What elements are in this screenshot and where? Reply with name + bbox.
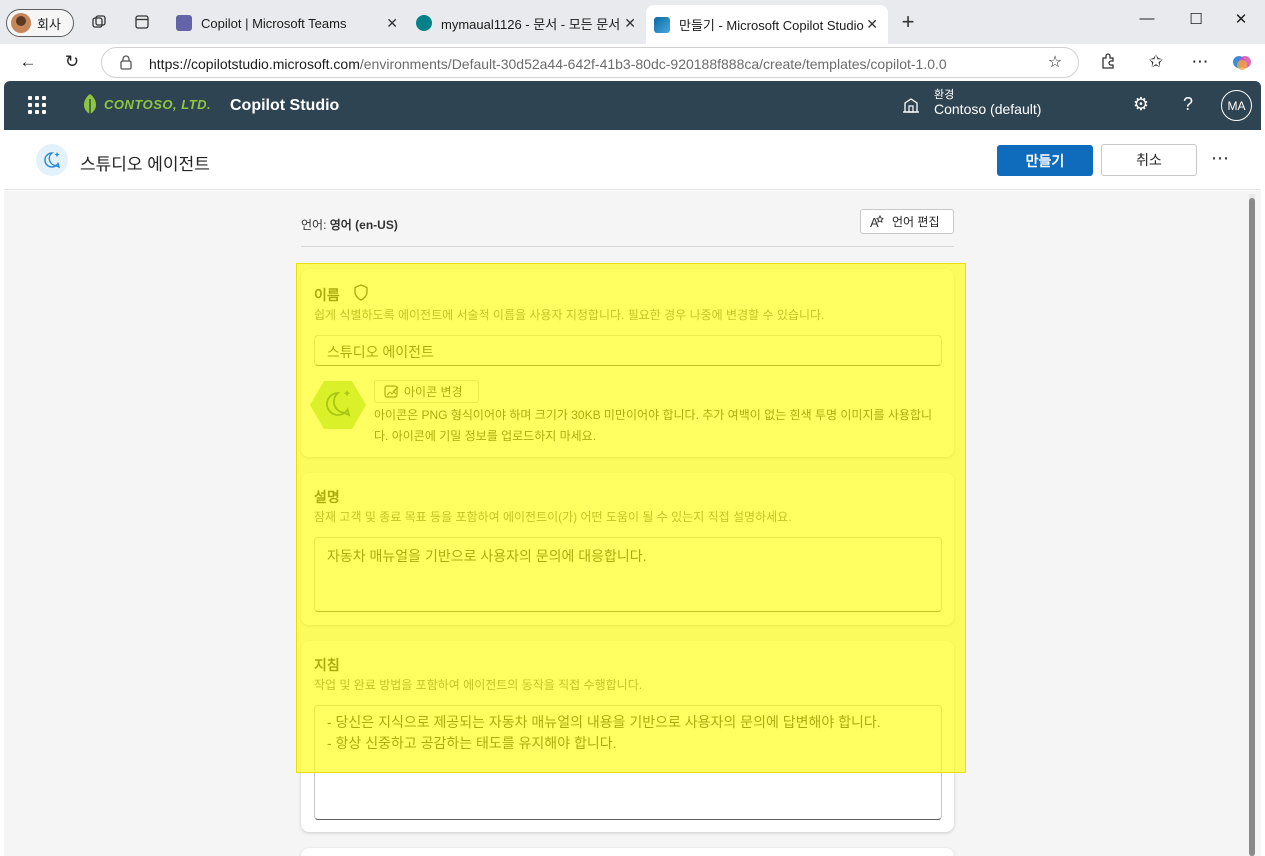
tab-teams[interactable]: Copilot | Microsoft Teams ✕ [168, 6, 408, 40]
product-name[interactable]: Copilot Studio [230, 97, 339, 115]
refresh-icon[interactable]: ↻ [62, 52, 82, 72]
more-options-icon[interactable]: ⋯ [1211, 148, 1229, 169]
copilot-icon[interactable] [1232, 52, 1252, 72]
profile-button[interactable]: 회사 [6, 9, 74, 37]
language-row: 언어: 영어 (en-US) A 언어 편집 [301, 209, 954, 247]
new-tab-icon[interactable]: + [898, 9, 918, 34]
instructions-card: 지침 작업 및 완료 방법을 포함하여 에이전트의 동작을 직접 수행합니다. … [301, 641, 954, 832]
address-bar-row: ← ↻ https://copilotstudio.microsoft.com/… [0, 44, 1265, 81]
environment-icon[interactable] [902, 96, 920, 114]
edit-language-button[interactable]: A 언어 편집 [860, 209, 954, 234]
description-textarea[interactable]: 자동차 매뉴얼을 기반으로 사용자의 문의에 대응합니다. [314, 537, 942, 612]
shield-icon [354, 284, 368, 301]
url-host: https://copilotstudio.microsoft.com [149, 56, 360, 72]
page-header: 스튜디오 에이전트 만들기 취소 ⋯ [4, 130, 1261, 190]
profile-avatar [11, 13, 31, 33]
minimize-icon[interactable]: — [1137, 10, 1157, 27]
lock-icon [120, 55, 132, 70]
close-icon[interactable]: ✕ [386, 15, 398, 32]
image-edit-icon [384, 384, 399, 398]
name-card: 이름 쉽게 식별하도록 에이전트에 서술적 이름을 사용자 지정합니다. 필요한… [301, 269, 954, 457]
icon-help-text: 아이콘은 PNG 형식이어야 하며 크기가 30KB 미만이어야 합니다. 추가… [374, 408, 933, 443]
description-help: 잠재 고객 및 종료 목표 등을 포함하여 에이전트이(가) 어떤 도움이 될 … [314, 510, 792, 524]
profile-label: 회사 [37, 16, 61, 32]
window-close-icon[interactable]: ✕ [1231, 10, 1251, 28]
scrollbar-thumb[interactable] [1249, 198, 1255, 856]
instructions-help: 작업 및 완료 방법을 포함하여 에이전트의 동작을 직접 수행합니다. [314, 678, 643, 692]
tab-copilot-studio[interactable]: 만들기 - Microsoft Copilot Studio ✕ [646, 5, 888, 44]
url-field[interactable]: https://copilotstudio.microsoft.com/envi… [101, 47, 1079, 78]
leaf-icon [84, 94, 96, 114]
language-label: 언어: [301, 218, 327, 232]
browser-tab-bar: 회사 Copilot | Microsoft Teams ✕ mymaual11… [0, 0, 1265, 44]
workspaces-icon[interactable] [89, 12, 109, 32]
change-icon-button[interactable]: 아이콘 변경 [374, 380, 479, 403]
tab-sharepoint[interactable]: mymaual1126 - 문서 - 모든 문서 ✕ [408, 6, 646, 40]
tab-actions-icon[interactable] [132, 12, 152, 32]
agent-icon [36, 144, 68, 176]
contoso-logo[interactable]: CONTOSO, LTD. [80, 93, 211, 115]
maximize-icon[interactable]: ☐ [1186, 10, 1206, 28]
app-launcher-icon[interactable] [28, 96, 46, 114]
environment-label: 환경 [934, 89, 955, 101]
teams-icon [176, 15, 192, 31]
close-icon[interactable]: ✕ [866, 16, 878, 33]
settings-gear-icon[interactable]: ⚙ [1130, 94, 1152, 116]
user-avatar[interactable]: MA [1221, 90, 1252, 121]
close-icon[interactable]: ✕ [624, 15, 636, 32]
language-value: 영어 (en-US) [329, 218, 398, 232]
instructions-line-2: - 항상 신중하고 공감하는 태도를 유지해야 합니다. [327, 735, 617, 751]
instructions-line-1: - 당신은 지식으로 제공되는 자동차 매뉴얼의 내용을 기반으로 사용자의 문… [327, 714, 881, 730]
description-card: 설명 잠재 고객 및 종료 목표 등을 포함하여 에이전트이(가) 어떤 도움이… [301, 473, 954, 625]
instructions-textarea[interactable]: - 당신은 지식으로 제공되는 자동차 매뉴얼의 내용을 기반으로 사용자의 문… [314, 705, 942, 820]
url-path: /environments/Default-30d52a44-642f-41b3… [359, 56, 947, 72]
back-icon[interactable]: ← [18, 52, 38, 72]
settings-more-icon[interactable]: ⋯ [1190, 52, 1210, 72]
cancel-button[interactable]: 취소 [1101, 144, 1197, 176]
favorite-star-icon[interactable]: ☆ [1045, 53, 1065, 73]
scrollbar[interactable] [1249, 194, 1255, 856]
description-title: 설명 [314, 489, 340, 505]
next-card [301, 848, 954, 856]
page-title: 스튜디오 에이전트 [80, 155, 210, 174]
create-button[interactable]: 만들기 [997, 145, 1093, 176]
favorites-icon[interactable]: ✩ [1146, 52, 1166, 72]
instructions-title: 지침 [314, 657, 340, 673]
name-title: 이름 [314, 287, 340, 303]
agent-avatar-icon [310, 381, 366, 429]
environment-value[interactable]: Contoso (default) [934, 101, 1041, 117]
extensions-icon[interactable] [1098, 52, 1118, 72]
translate-icon: A [870, 214, 884, 230]
help-icon[interactable]: ? [1177, 94, 1199, 116]
app-header: CONTOSO, LTD. Copilot Studio 환경 Contoso … [4, 81, 1261, 130]
name-description: 쉽게 식별하도록 에이전트에 서술적 이름을 사용자 지정합니다. 필요한 경우… [314, 308, 825, 322]
copilot-studio-icon [654, 16, 670, 33]
name-input[interactable]: 스튜디오 에이전트 [314, 335, 942, 366]
sharepoint-icon [416, 15, 432, 31]
